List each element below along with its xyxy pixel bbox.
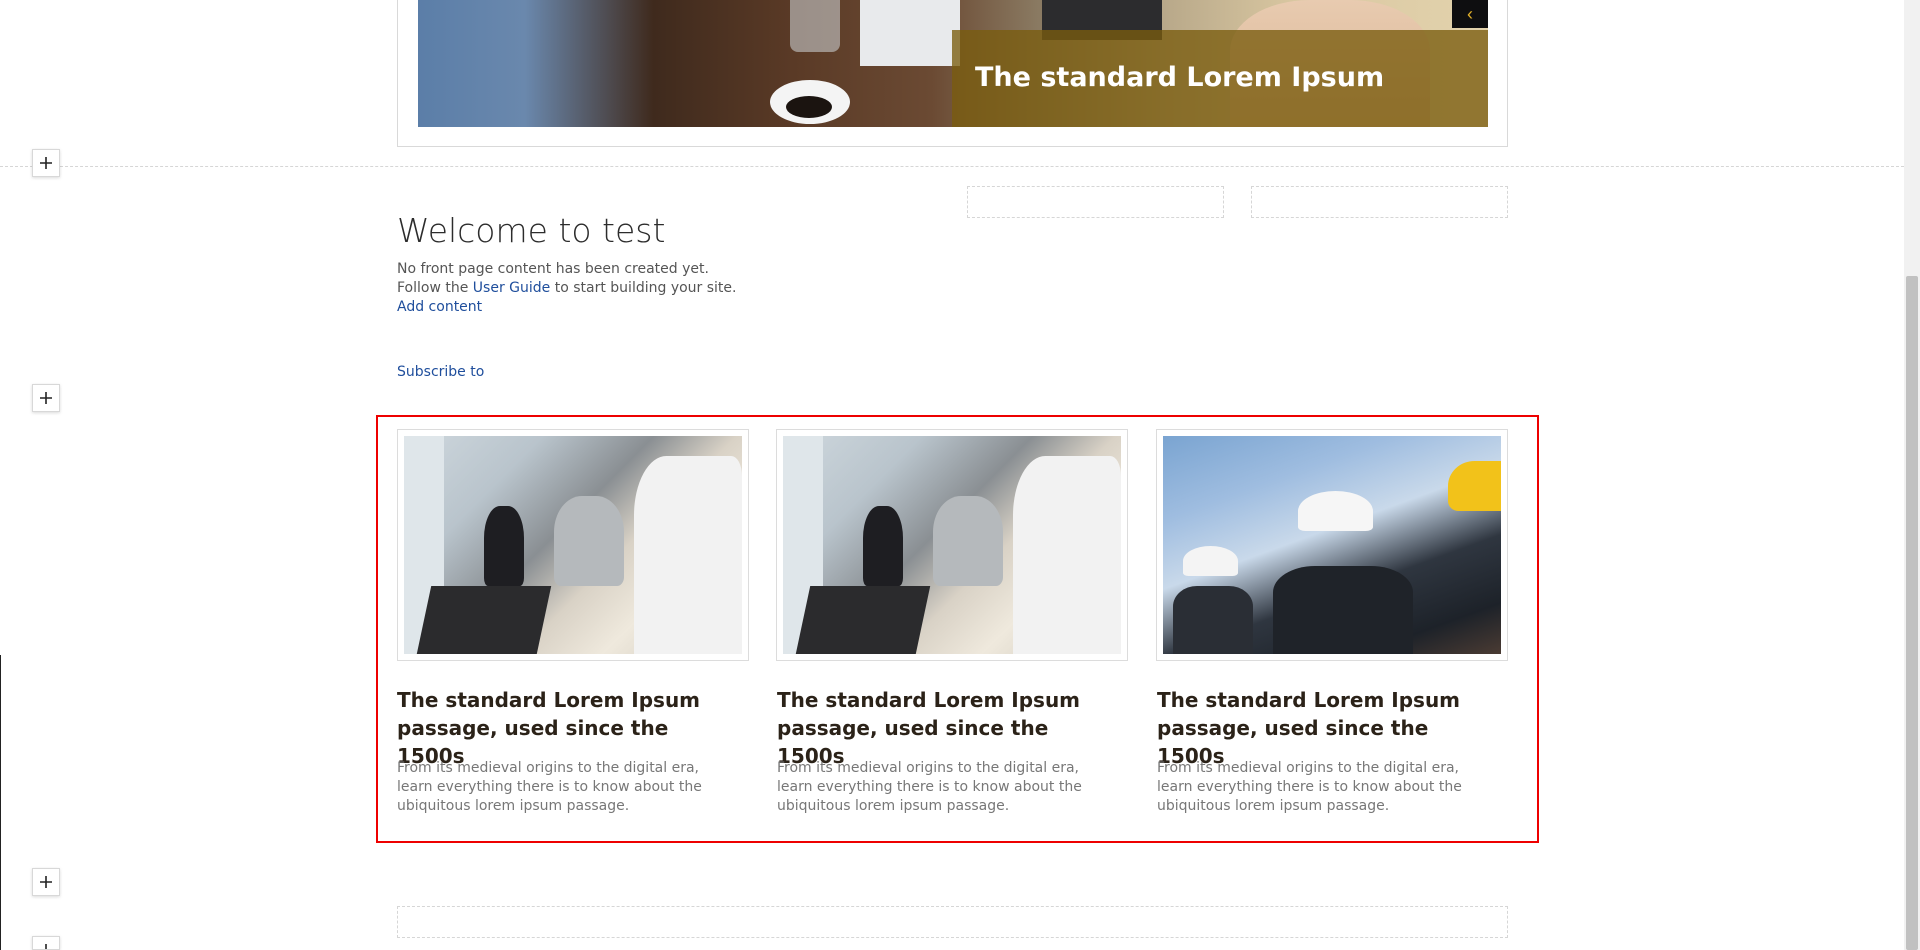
- user-guide-link[interactable]: User Guide: [473, 280, 550, 296]
- add-section-button[interactable]: [32, 384, 60, 412]
- add-section-button[interactable]: [32, 149, 60, 177]
- slider-image-coffee: [786, 96, 832, 118]
- empty-region-2[interactable]: [1251, 186, 1508, 218]
- empty-region-bottom[interactable]: [397, 906, 1508, 938]
- welcome-title: Welcome to test: [397, 211, 666, 250]
- plus-icon: [45, 944, 47, 949]
- card-image-frame[interactable]: [1156, 429, 1508, 661]
- card-title[interactable]: The standard Lorem Ipsum passage, used s…: [1157, 686, 1487, 770]
- card-image-office: [404, 436, 742, 654]
- empty-region-1[interactable]: [967, 186, 1224, 218]
- left-edge-border: [0, 655, 1, 950]
- chevron-left-icon: ‹: [1467, 3, 1473, 24]
- add-section-button[interactable]: [32, 936, 60, 950]
- card-description: From its medieval origins to the digital…: [1157, 760, 1462, 814]
- subscribe-link[interactable]: Subscribe to: [397, 364, 484, 380]
- slider-prev-button[interactable]: ‹: [1452, 0, 1488, 28]
- plus-icon: [40, 157, 52, 169]
- plus-icon: [40, 392, 52, 404]
- card-image-frame[interactable]: [397, 429, 749, 661]
- card-image-frame[interactable]: [776, 429, 1128, 661]
- card-image-office: [783, 436, 1121, 654]
- region-separator: [0, 166, 1904, 167]
- welcome-text-line1: No front page content has been created y…: [397, 261, 709, 277]
- plus-icon: [40, 876, 52, 888]
- card-description: From its medieval origins to the digital…: [777, 760, 1082, 814]
- card-description: From its medieval origins to the digital…: [397, 760, 702, 814]
- slider-image-paper: [860, 0, 960, 66]
- welcome-text-prefix: Follow the: [397, 280, 469, 296]
- card-title[interactable]: The standard Lorem Ipsum passage, used s…: [777, 686, 1107, 770]
- card-image-construction: [1163, 436, 1501, 654]
- add-section-button[interactable]: [32, 868, 60, 896]
- add-content-link[interactable]: Add content: [397, 299, 482, 315]
- welcome-text-suffix: to start building your site.: [554, 280, 737, 296]
- slider-caption-title: The standard Lorem Ipsum: [975, 62, 1385, 93]
- scrollbar-thumb[interactable]: [1906, 276, 1918, 950]
- slider-image-glass: [790, 0, 840, 52]
- card-title[interactable]: The standard Lorem Ipsum passage, used s…: [397, 686, 727, 770]
- welcome-text-line2: Follow the User Guide to start building …: [397, 280, 737, 296]
